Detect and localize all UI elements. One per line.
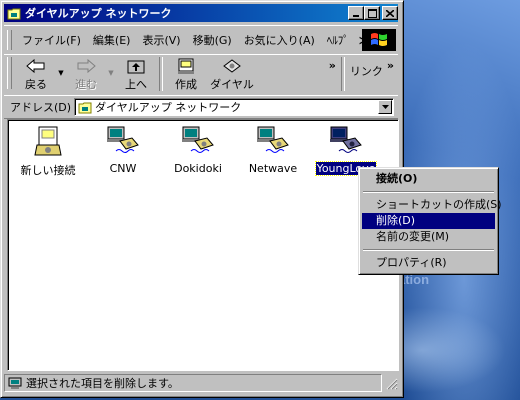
toolbar-grip[interactable] — [7, 57, 12, 89]
maximize-button[interactable] — [364, 6, 380, 20]
context-separator — [363, 249, 494, 251]
back-button[interactable]: 戻る — [16, 55, 56, 93]
folder-icon — [78, 102, 92, 113]
status-text: 選択された項目を削除します。 — [26, 377, 179, 390]
context-menu: 接続(O) ショートカットの作成(S) 削除(D) 名前の変更(M) プロパティ… — [358, 167, 502, 275]
toolbar-separator — [159, 57, 163, 91]
back-dropdown[interactable]: ▼ — [56, 69, 66, 77]
minimize-button[interactable] — [348, 6, 364, 20]
links-separator — [340, 57, 345, 91]
up-label: 上へ — [125, 78, 147, 91]
file-item-cnw[interactable]: CNW — [88, 125, 158, 175]
menu-bar: ファイル(F) 編集(E) 表示(V) 移動(G) お気に入り(A) ﾍﾙﾌﾟ … — [4, 25, 398, 55]
menu-edit[interactable]: 編集(E) — [87, 32, 137, 48]
address-field[interactable]: ダイヤルアップ ネットワーク — [74, 98, 394, 116]
file-name: Netwave — [248, 162, 298, 175]
window-title: ダイヤルアップ ネットワーク — [25, 7, 172, 20]
context-properties[interactable]: プロパティ(R) — [362, 255, 495, 271]
resize-grip-icon[interactable] — [384, 376, 398, 390]
up-button[interactable]: 上へ — [116, 55, 156, 93]
dialup-connection-icon — [182, 126, 214, 153]
address-label: アドレス(D) — [10, 101, 72, 114]
create-connection-icon — [178, 58, 194, 74]
context-delete[interactable]: 削除(D) — [362, 213, 495, 229]
file-view[interactable]: 新しい接続 CNW Dokidoki Netwave YoungLove — [7, 119, 399, 371]
minimize-icon — [353, 14, 359, 17]
context-create-shortcut[interactable]: ショートカットの作成(S) — [362, 197, 502, 213]
address-dropdown-button[interactable] — [378, 100, 392, 114]
file-name: 新しい接続 — [20, 164, 76, 177]
menu-grip[interactable] — [7, 30, 12, 50]
new-connection-icon — [34, 126, 62, 156]
computer-icon — [8, 377, 22, 389]
dialup-connection-icon — [257, 126, 289, 153]
file-item-new-connection[interactable]: 新しい接続 — [13, 125, 83, 178]
toolbar: 戻る ▼ 進む ▼ 上へ 作成 ダイヤル » リンク » — [4, 54, 398, 96]
context-separator — [363, 191, 494, 193]
status-panel: 選択された項目を削除します。 — [4, 374, 382, 392]
title-bar[interactable]: ダイヤルアップ ネットワーク — [4, 4, 398, 22]
file-name: CNW — [109, 162, 137, 175]
create-label: 作成 — [175, 78, 197, 91]
dialup-connection-icon — [330, 126, 362, 153]
context-rename[interactable]: 名前の変更(M) — [362, 229, 495, 245]
menu-help[interactable]: ﾍﾙﾌﾟ — [321, 32, 355, 48]
close-icon — [386, 9, 394, 17]
file-name: Dokidoki — [174, 162, 222, 175]
folder-icon — [7, 8, 21, 19]
links-label[interactable]: リンク — [350, 63, 383, 79]
address-bar: アドレス(D) ダイヤルアップ ネットワーク — [4, 95, 398, 119]
back-arrow-icon — [26, 58, 45, 74]
forward-label: 進む — [75, 78, 97, 91]
explorer-window: ダイヤルアップ ネットワーク ファイル(F) 編集(E) 表示(V) 移動(G)… — [0, 0, 404, 398]
menu-go[interactable]: 移動(G) — [187, 32, 238, 48]
dial-phone-icon — [223, 59, 241, 73]
dialup-connection-icon — [107, 126, 139, 153]
close-button[interactable] — [382, 6, 398, 20]
menu-view[interactable]: 表示(V) — [136, 32, 186, 48]
status-bar: 選択された項目を削除します。 — [4, 373, 398, 393]
create-button[interactable]: 作成 — [166, 55, 206, 93]
back-label: 戻る — [25, 78, 47, 91]
dial-button[interactable]: ダイヤル — [206, 55, 258, 93]
windows-logo-icon — [362, 29, 396, 51]
menu-file[interactable]: ファイル(F) — [16, 32, 87, 48]
address-value: ダイヤルアップ ネットワーク — [95, 101, 242, 114]
file-item-netwave[interactable]: Netwave — [238, 125, 308, 175]
dial-label: ダイヤル — [210, 78, 254, 91]
toolbar-more-chevron[interactable]: » — [329, 59, 336, 72]
forward-arrow-icon — [77, 58, 96, 74]
up-folder-icon — [127, 60, 145, 74]
menu-favorites[interactable]: お気に入り(A) — [238, 32, 321, 48]
chevron-down-icon — [381, 105, 389, 109]
links-more-chevron[interactable]: » — [387, 59, 394, 72]
forward-dropdown[interactable]: ▼ — [106, 69, 116, 77]
file-item-dokidoki[interactable]: Dokidoki — [163, 125, 233, 175]
maximize-icon — [367, 8, 377, 18]
context-connect[interactable]: 接続(O) — [362, 171, 495, 187]
forward-button[interactable]: 進む — [66, 55, 106, 93]
